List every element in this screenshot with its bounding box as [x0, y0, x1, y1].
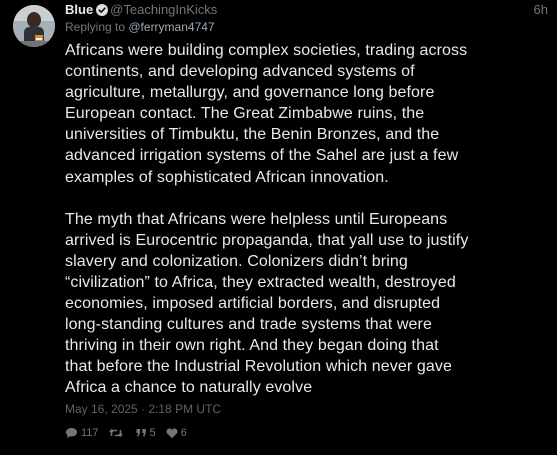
- replying-to: Replying to @ferryman4747: [65, 20, 545, 34]
- reply-button[interactable]: 117: [65, 427, 99, 439]
- replying-to-mention[interactable]: @ferryman4747: [128, 20, 214, 34]
- quote-icon: [136, 428, 150, 438]
- replying-to-label: Replying to: [65, 20, 129, 34]
- display-name[interactable]: Blue: [65, 2, 93, 17]
- tweet-header: Blue @TeachingInKicks 6h: [65, 1, 548, 20]
- like-count: 6: [180, 427, 187, 439]
- user-handle[interactable]: @TeachingInKicks: [110, 2, 217, 17]
- avatar[interactable]: [13, 5, 55, 47]
- retweet-button[interactable]: [108, 427, 126, 439]
- retweet-icon: [108, 427, 126, 439]
- tweet-timestamp[interactable]: May 16, 2025 · 2:18 PM UTC: [65, 402, 545, 416]
- quote-count: 5: [149, 427, 156, 439]
- tweet-paragraph-1: Africans were building complex societies…: [65, 42, 468, 186]
- tweet: Blue @TeachingInKicks 6h Replying to @fer…: [0, 0, 557, 455]
- time-ago[interactable]: 6h: [534, 1, 548, 18]
- reply-count: 117: [81, 427, 99, 439]
- avatar-image: [13, 5, 55, 47]
- comment-icon: [65, 427, 81, 439]
- like-button[interactable]: 6: [166, 427, 187, 439]
- heart-icon: [166, 428, 181, 439]
- tweet-actions: 117 5 6: [65, 425, 197, 441]
- tweet-body: Africans were building complex societies…: [65, 40, 535, 399]
- tweet-content: Blue @TeachingInKicks 6h Replying to @fer…: [65, 0, 548, 416]
- quote-button[interactable]: 5: [136, 427, 156, 439]
- verified-badge-icon: [96, 3, 109, 20]
- tweet-paragraph-2: The myth that Africans were helpless unt…: [65, 210, 469, 397]
